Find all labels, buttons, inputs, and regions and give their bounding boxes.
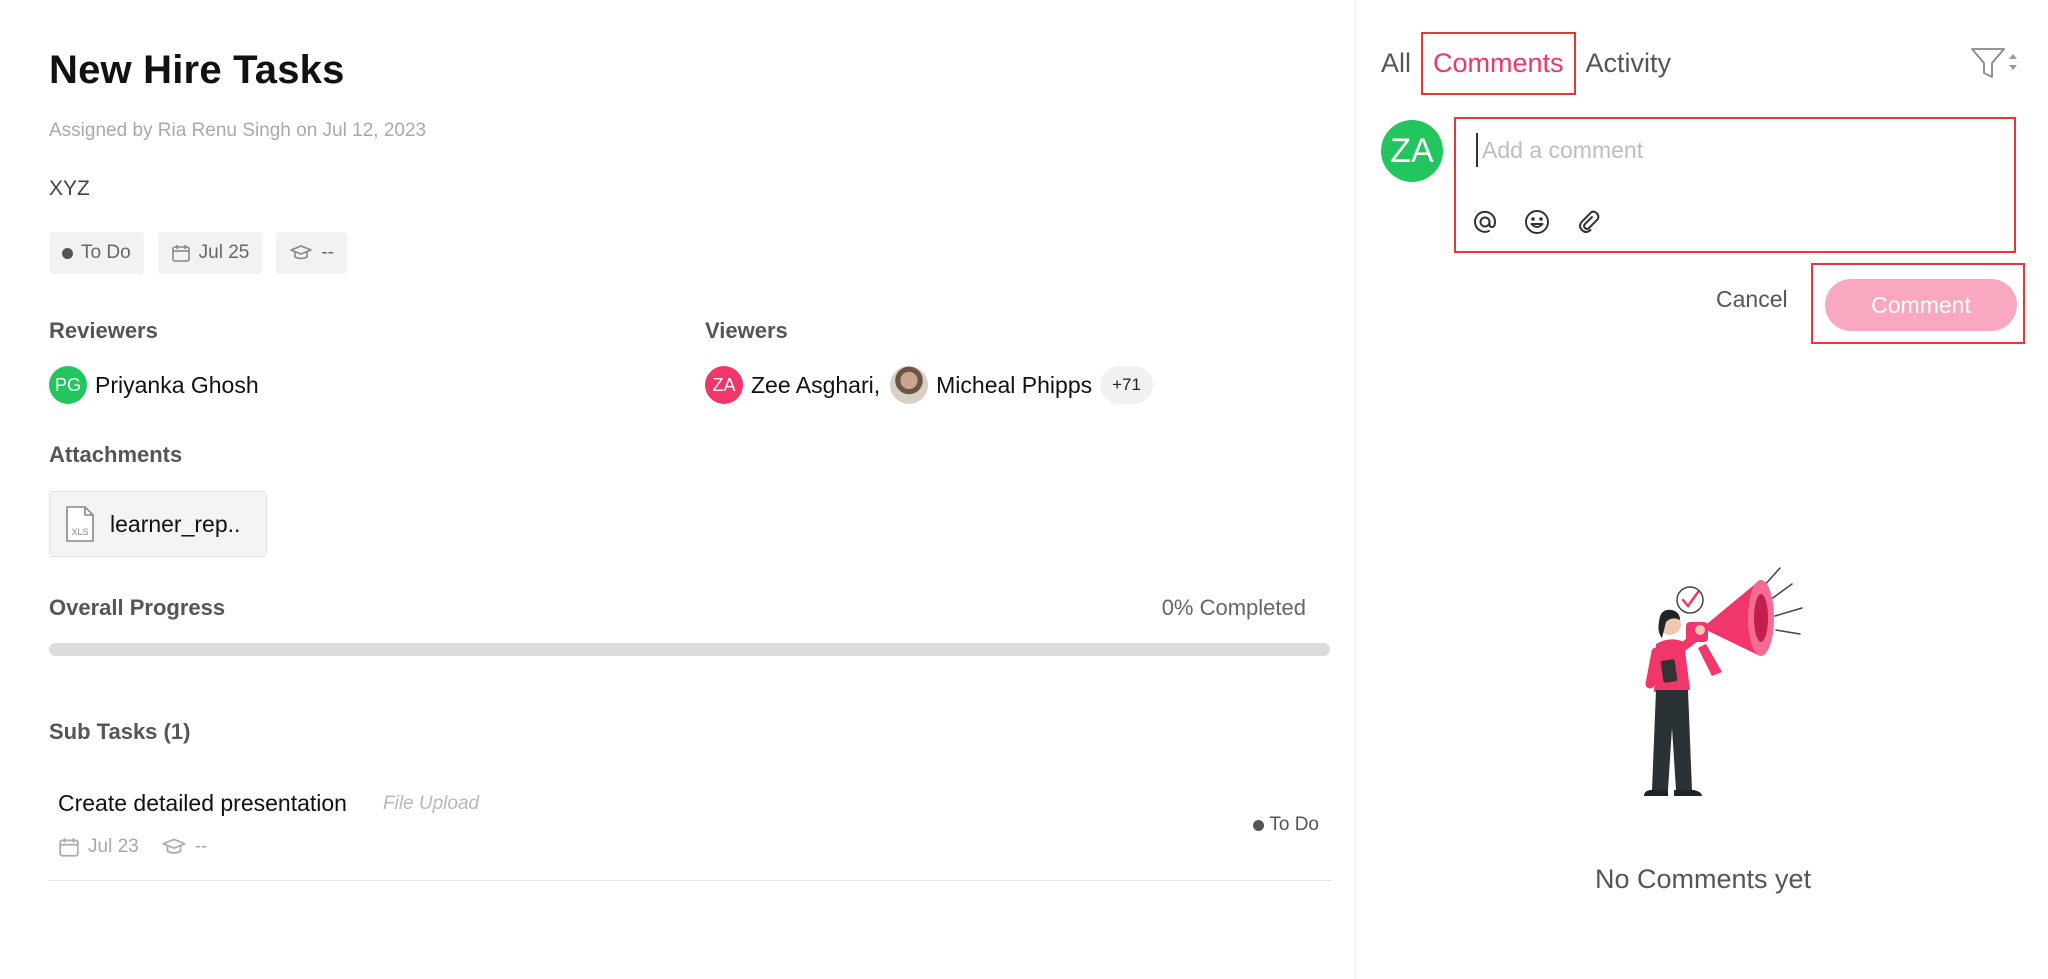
comment-button-frame: Comment <box>1811 263 2025 344</box>
attachment-file[interactable]: XLS learner_rep.. <box>49 491 267 557</box>
viewers-heading: Viewers <box>705 318 788 343</box>
cancel-button[interactable]: Cancel <box>1716 286 1788 313</box>
comment-toolbar <box>1470 207 1604 237</box>
comments-tabs: All Comments Activity <box>1381 32 1681 95</box>
attachments-heading: Attachments <box>49 442 183 467</box>
xls-file-icon: XLS <box>66 506 94 542</box>
subtask-type: File Upload <box>383 793 480 814</box>
tab-activity[interactable]: Activity <box>1576 34 1682 93</box>
viewer-name[interactable]: Zee Asghari, <box>751 372 880 399</box>
status-dot-icon <box>62 247 73 259</box>
subtask-status[interactable]: To Do <box>1253 814 1319 836</box>
page-title: New Hire Tasks <box>49 48 345 92</box>
more-viewers-badge[interactable]: +71 <box>1100 366 1153 404</box>
graduation-cap-icon <box>162 838 186 854</box>
avatar: PG <box>49 366 87 404</box>
reviewers-heading: Reviewers <box>49 318 158 343</box>
subtask-row[interactable]: Create detailed presentation File Upload… <box>48 768 1331 881</box>
viewer-name[interactable]: Micheal Phipps <box>936 372 1092 399</box>
comment-button[interactable]: Comment <box>1825 279 2017 331</box>
task-detail-pane: New Hire Tasks Assigned by Ria Renu Sing… <box>0 0 1355 979</box>
reviewer-name: Priyanka Ghosh <box>95 371 259 398</box>
task-description: XYZ <box>49 177 90 200</box>
subtask-status-label: To Do <box>1269 814 1319 835</box>
subtask-title: Create detailed presentation <box>58 790 347 816</box>
viewers-list: ZA Zee Asghari, Micheal Phipps +71 <box>705 366 1153 404</box>
current-user-avatar: ZA <box>1381 120 1443 182</box>
status-dot-icon <box>1253 819 1265 831</box>
status-label: To Do <box>81 242 131 263</box>
calendar-icon <box>59 838 79 857</box>
graduation-cap-icon <box>290 245 313 260</box>
reviewer-item[interactable]: PG Priyanka Ghosh <box>49 366 259 404</box>
due-date-chip[interactable]: Jul 25 <box>157 232 263 274</box>
subtasks-heading: Sub Tasks (1) <box>49 719 191 744</box>
tab-all[interactable]: All <box>1381 34 1421 93</box>
assigned-by-text: Assigned by Ria Renu Singh on Jul 12, 20… <box>49 120 427 141</box>
due-date-label: Jul 25 <box>198 242 250 263</box>
status-chip[interactable]: To Do <box>49 232 144 274</box>
file-type-badge: XLS <box>71 527 88 537</box>
progress-value: 0% Completed <box>1161 595 1306 620</box>
pane-divider <box>1355 0 1356 979</box>
progress-heading: Overall Progress <box>49 595 226 620</box>
tab-comments[interactable]: Comments <box>1421 32 1576 95</box>
subtask-course: -- <box>194 836 208 857</box>
avatar: ZA <box>705 366 743 404</box>
filter-icon[interactable] <box>1970 46 2018 82</box>
megaphone-illustration <box>1644 567 1803 796</box>
subtask-meta: Jul 23 -- <box>58 836 207 858</box>
subtask-date: Jul 23 <box>88 836 139 857</box>
task-meta-chips: To Do Jul 25 -- <box>49 232 347 274</box>
emoji-icon[interactable] <box>1522 207 1552 237</box>
attach-icon[interactable] <box>1574 207 1604 237</box>
comment-input[interactable] <box>1476 133 1996 167</box>
course-label: -- <box>321 242 334 263</box>
calendar-icon <box>171 245 190 262</box>
mention-icon[interactable] <box>1470 207 1500 237</box>
empty-state-text: No Comments yet <box>1595 864 1812 894</box>
progress-bar <box>49 643 1330 656</box>
comment-composer <box>1454 117 2016 253</box>
avatar-photo <box>890 366 929 404</box>
attachment-name: learner_rep.. <box>110 510 241 537</box>
course-chip[interactable]: -- <box>276 232 347 274</box>
